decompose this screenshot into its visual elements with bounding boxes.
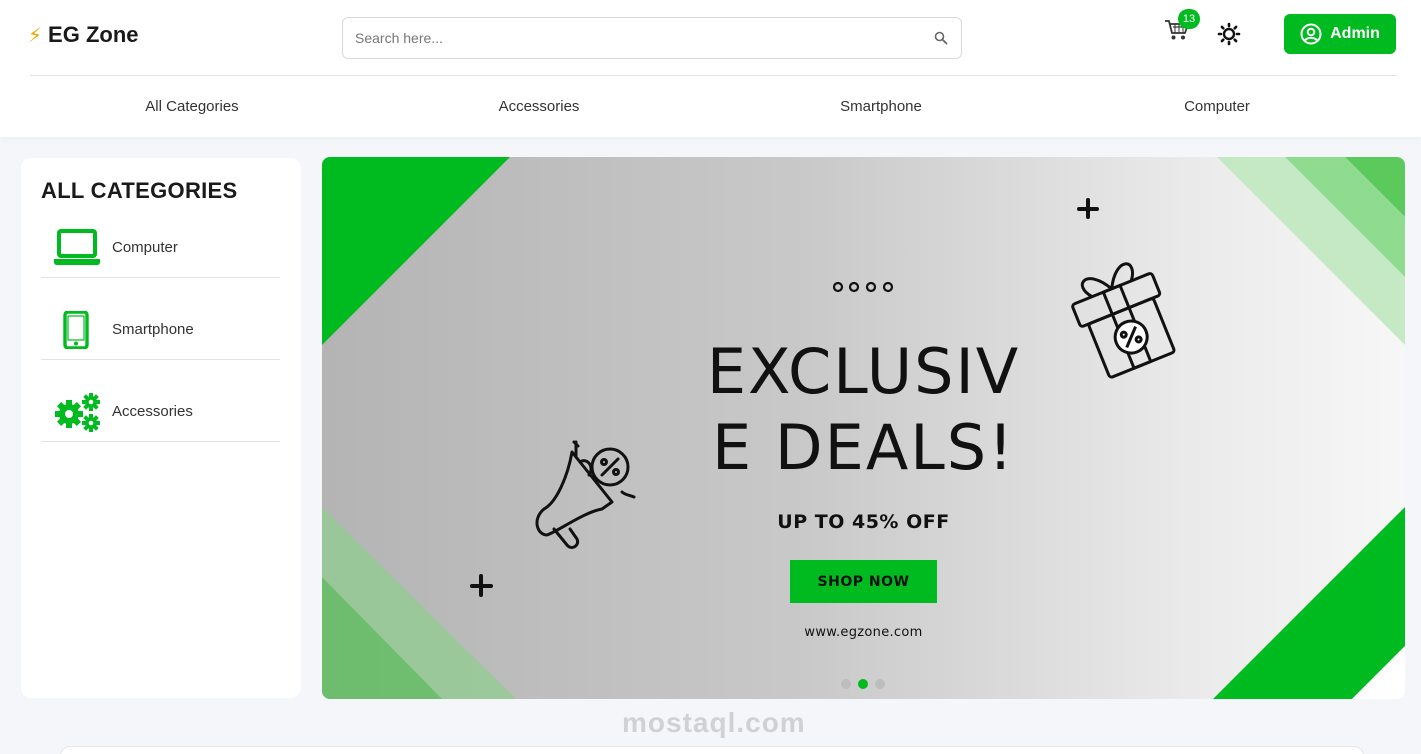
admin-button[interactable]: Admin — [1284, 14, 1396, 54]
cart-count-badge: 13 — [1178, 9, 1200, 29]
nav-computer[interactable]: Computer — [1184, 98, 1250, 115]
promo-banner[interactable]: EXCLUSIV E DEALS! UP TO 45% OFF SHOP NOW… — [322, 157, 1405, 699]
cart-button[interactable]: 13 — [1164, 9, 1200, 46]
admin-label: Admin — [1330, 25, 1380, 42]
sidebar-item-label: Computer — [112, 239, 178, 256]
banner-url: www.egzone.com — [804, 625, 923, 640]
carousel-dot-1[interactable] — [841, 679, 851, 689]
logo[interactable]: ⚡ EG Zone — [28, 22, 139, 48]
sidebar-item-label: Smartphone — [112, 321, 194, 338]
bolt-icon: ⚡ — [28, 23, 43, 47]
watermark: mostaql.com — [622, 707, 806, 738]
gears-icon — [53, 392, 105, 432]
sidebar-item-label: Accessories — [112, 403, 193, 420]
brand-name: EG Zone — [48, 22, 139, 47]
banner-headline-line2: E DEALS! — [712, 411, 1015, 484]
categories-sidebar: ALL CATEGORIES Computer Smartphone Acces… — [21, 158, 301, 698]
sidebar-item-accessories[interactable]: Accessories — [41, 382, 280, 442]
banner-offer: UP TO 45% OFF — [777, 511, 950, 533]
banner-headline-line1: EXCLUSIV — [706, 335, 1021, 408]
shop-now-button[interactable]: SHOP NOW — [790, 560, 937, 603]
carousel-dot-3[interactable] — [875, 679, 885, 689]
top-header: ⚡ EG Zone 13 — [0, 0, 1421, 137]
nav-accessories[interactable]: Accessories — [499, 98, 580, 115]
nav-smartphone[interactable]: Smartphone — [840, 98, 922, 115]
theme-toggle[interactable] — [1217, 22, 1241, 46]
search-icon[interactable] — [921, 31, 961, 45]
search-bar — [342, 17, 962, 59]
search-input[interactable] — [343, 18, 921, 58]
sidebar-item-computer[interactable]: Computer — [41, 218, 280, 278]
carousel-indicators — [841, 679, 885, 689]
sun-icon — [1217, 22, 1241, 46]
sidebar-item-smartphone[interactable]: Smartphone — [41, 300, 280, 360]
nav-all-categories[interactable]: All Categories — [145, 98, 238, 115]
next-section-card — [60, 746, 1364, 754]
laptop-icon — [53, 228, 105, 268]
carousel-dot-2[interactable] — [858, 679, 868, 689]
sidebar-title: ALL CATEGORIES — [41, 178, 238, 203]
user-circle-icon — [1300, 23, 1322, 45]
smartphone-icon — [53, 310, 105, 350]
header-divider — [30, 75, 1397, 76]
